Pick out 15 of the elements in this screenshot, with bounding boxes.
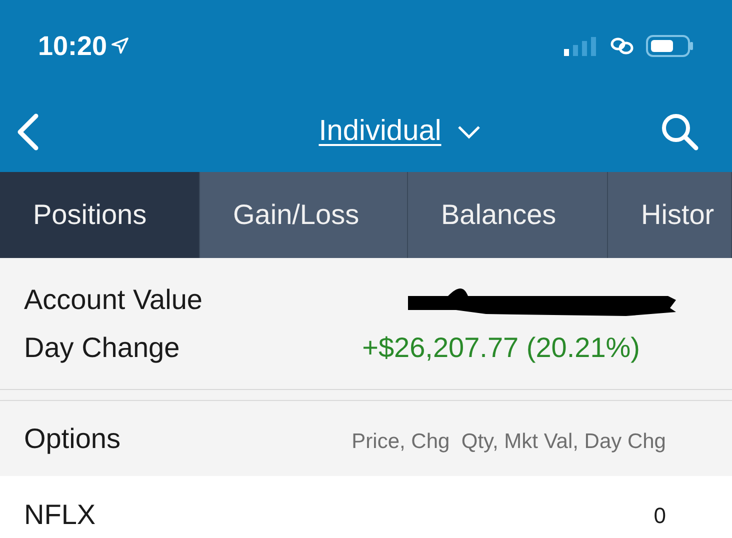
symbol: NFLX [24,498,96,532]
signal-icon [564,36,598,56]
battery-icon [646,35,694,57]
tab[interactable]: Positions [0,172,200,258]
chevron-down-icon [457,125,482,139]
location-arrow-icon [111,37,130,55]
summary-label: Account Value [24,282,202,316]
section-title: Options [24,422,120,456]
link-icon [610,36,634,56]
quantity: 0 [654,502,666,530]
column-headers: Price, Chg Qty, Mkt Val, Day Chg [352,428,666,455]
day-change-value: +$26,207.77 (20.21%) [362,330,640,365]
status-time: 10:20 [38,30,108,63]
summary-label: Day Change [24,330,180,365]
account-selector[interactable]: Individual [318,110,482,154]
